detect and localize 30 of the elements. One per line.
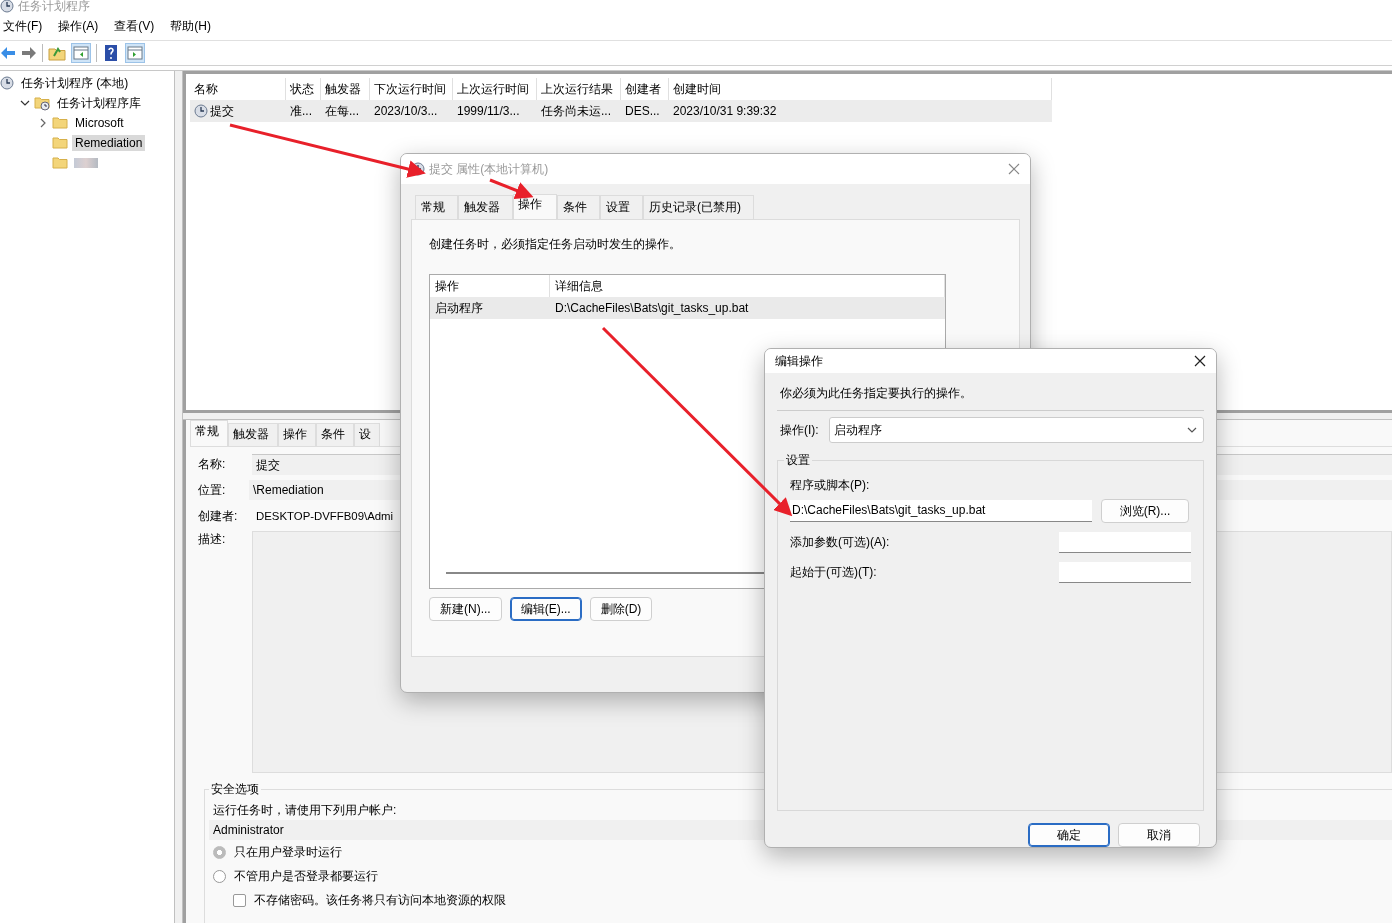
table-cell: 提交 xyxy=(210,102,234,120)
table-cell: 任务尚未运... xyxy=(541,102,611,120)
radio-label: 不管用户是否登录都要运行 xyxy=(234,867,378,885)
table-cell: 2023/10/31 9:39:32 xyxy=(673,104,777,118)
field-label: 创建者: xyxy=(198,507,239,525)
field-label: 程序或脚本(P): xyxy=(790,477,871,494)
table-cell: 1999/11/3... xyxy=(457,104,520,118)
field-label: 名称: xyxy=(198,455,227,473)
field-label: 起始于(可选)(T): xyxy=(790,563,877,581)
field-label: 操作(I): xyxy=(780,421,819,439)
table-cell: 2023/10/3... xyxy=(374,104,438,118)
field-label: 添加参数(可选)(A): xyxy=(790,533,890,551)
checkbox-label: 不存储密码。该任务将只有访问本地资源的权限 xyxy=(254,891,506,909)
window-title: 任务计划程序 xyxy=(18,0,90,12)
author-text: DESKTOP-DVFFB09\Admi xyxy=(255,509,394,524)
radio-label: 只在用户登录时运行 xyxy=(234,843,342,861)
table-cell: 准... xyxy=(290,102,312,120)
group-title: 安全选项 xyxy=(209,781,261,798)
instruction-text: 你必须为此任务指定要执行的操作。 xyxy=(777,373,1204,411)
table-cell: 在每... xyxy=(325,102,359,120)
table-cell: D:\CacheFiles\Bats\git_tasks_up.bat xyxy=(550,297,945,319)
dialog-title: 编辑操作 xyxy=(775,352,824,370)
prompt-text: 运行任务时，请使用下列用户帐户: xyxy=(213,802,398,819)
table-cell: 启动程序 xyxy=(430,297,550,319)
field-label: 位置: xyxy=(198,481,227,499)
description-text: 创建任务时，必须指定任务启动时发生的操作。 xyxy=(429,236,682,253)
group-title: 设置 xyxy=(784,452,812,469)
table-cell: DES... xyxy=(625,104,660,118)
field-label: 描述: xyxy=(198,531,227,548)
dialog-title: 提交 属性(本地计算机) xyxy=(429,160,550,178)
